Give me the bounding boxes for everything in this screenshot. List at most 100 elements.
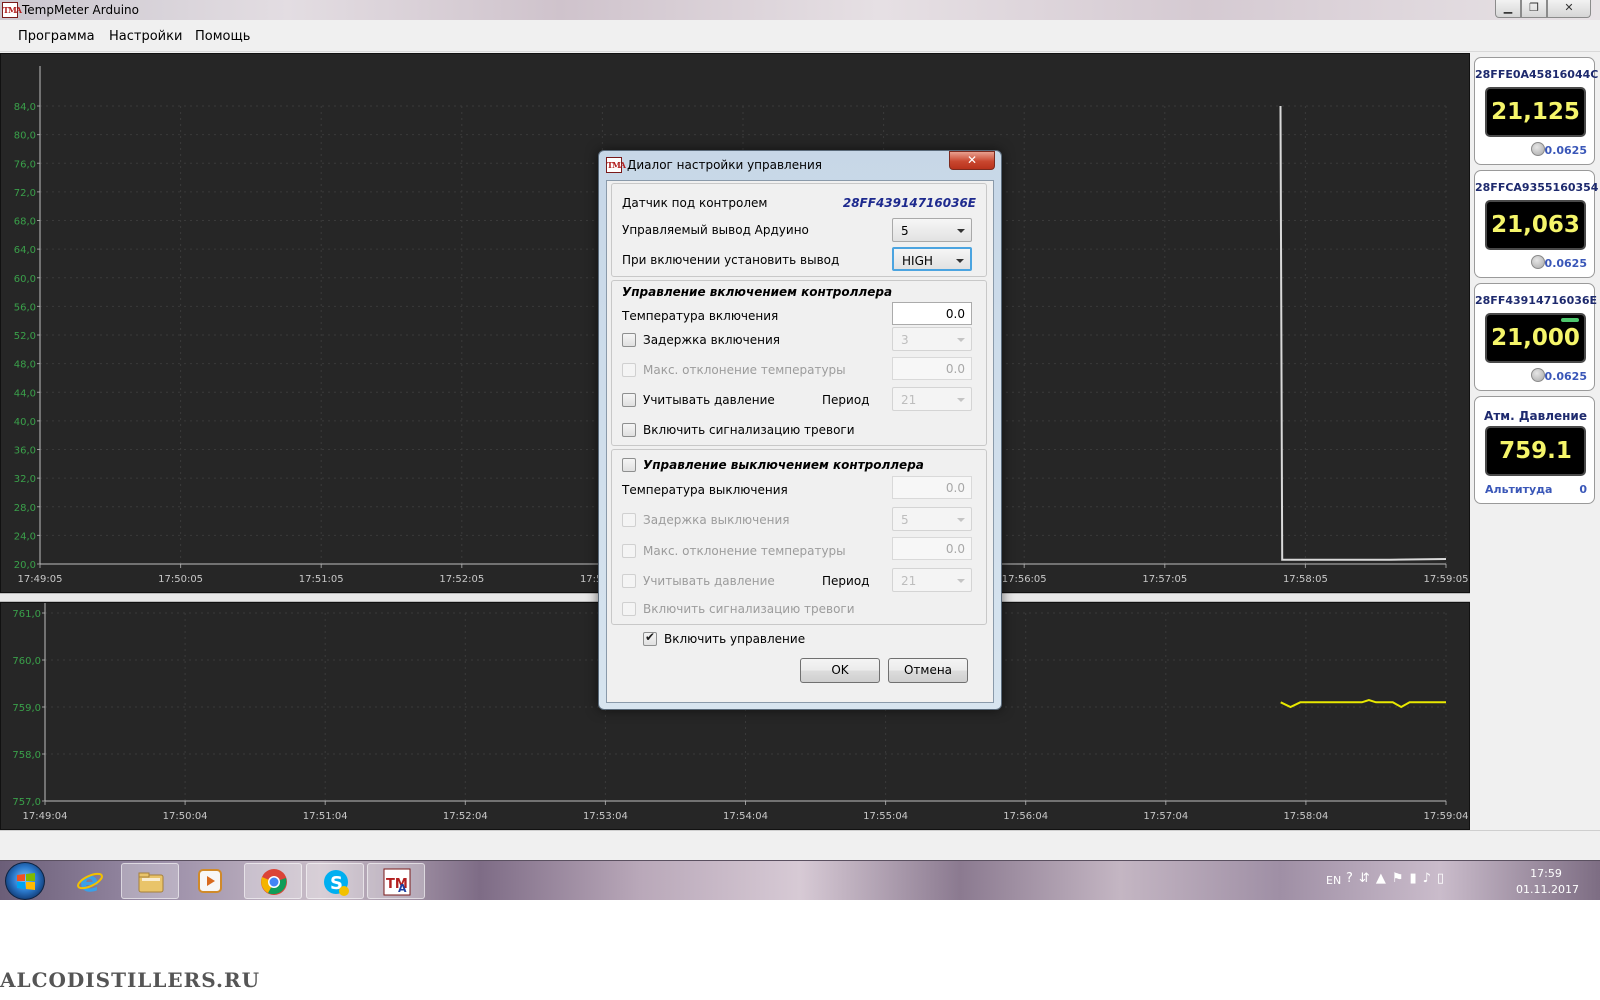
x-tick-label: 17:59:04	[1424, 811, 1469, 822]
folder-icon	[137, 868, 165, 896]
x-tick-label: 17:50:04	[163, 811, 208, 822]
off-control-group: Управление выключением контроллера Темпе…	[611, 449, 987, 625]
on-alarm-checkbox[interactable]	[622, 423, 636, 437]
off-delay-checkbox[interactable]	[622, 513, 636, 527]
minimize-button[interactable]: ▁	[1495, 0, 1521, 18]
taskbar-media[interactable]	[181, 863, 239, 899]
taskbar: e S TM A EN ?⇵▲⚑▮♪▯ 17:59 01.11.2017	[0, 860, 1600, 900]
language-indicator[interactable]: EN	[1326, 874, 1341, 887]
start-button[interactable]	[5, 862, 45, 900]
menu-settings[interactable]: Настройки	[109, 29, 182, 44]
pressure-title: Атм. Давление	[1484, 409, 1587, 423]
control-settings-dialog: TMA Диалог настройки управления ✕ Датчик…	[598, 150, 1002, 710]
on-alarm-label: Включить сигнализацию тревоги	[643, 423, 855, 437]
on-pressure-checkbox[interactable]	[622, 393, 636, 407]
y-tick-label: 20,0	[14, 560, 36, 571]
off-delay-select[interactable]: 5	[892, 507, 972, 531]
sync-icon[interactable]: ⇵	[1359, 871, 1376, 886]
sensor-card[interactable]: 28FFCA9355160354 21,063 0.0625	[1474, 170, 1599, 278]
volume-icon[interactable]: ♪	[1423, 871, 1437, 886]
taskbar-chrome[interactable]	[244, 863, 302, 899]
on-maxdev-checkbox[interactable]	[622, 363, 636, 377]
taskbar-skype[interactable]: S	[306, 863, 364, 899]
clock-time[interactable]: 17:59	[1516, 867, 1576, 880]
off-maxdev-input[interactable]: 0.0	[892, 537, 972, 560]
dialog-body: Датчик под контролем 28FF43914716036E Уп…	[606, 180, 994, 703]
off-pressure-label: Учитывать давление	[643, 574, 775, 588]
controlled-sensor-value: 28FF43914716036E	[842, 196, 976, 210]
taskbar-tempmeter[interactable]: TM A	[367, 863, 425, 899]
tray-icons[interactable]: ?⇵▲⚑▮♪▯	[1346, 871, 1496, 891]
chevron-down-icon	[957, 518, 965, 522]
help-icon[interactable]: ?	[1346, 871, 1359, 886]
y-tick-label: 80,0	[14, 131, 36, 142]
menu-help[interactable]: Помощь	[195, 29, 250, 44]
status-led-icon	[1531, 255, 1545, 269]
tempmeter-icon: TM A	[383, 868, 411, 896]
x-tick-label: 17:59:05	[1424, 574, 1469, 585]
on-period-label: Период	[822, 393, 870, 407]
set-pin-select[interactable]: HIGH	[892, 247, 972, 271]
sensor-id: 28FF43914716036E	[1475, 294, 1598, 307]
on-temp-input[interactable]: 0.0	[892, 302, 972, 325]
off-period-select[interactable]: 21	[892, 568, 972, 592]
y-tick-label: 760,0	[12, 656, 41, 667]
show-hidden-icon[interactable]: ▲	[1376, 871, 1392, 886]
status-led-icon	[1531, 368, 1545, 382]
off-pressure-checkbox[interactable]	[622, 574, 636, 588]
off-alarm-checkbox[interactable]	[622, 602, 636, 616]
chevron-down-icon	[957, 229, 965, 233]
y-tick-label: 44,0	[14, 388, 36, 399]
sensor-label: Датчик под контролем	[622, 196, 768, 210]
y-tick-label: 28,0	[14, 503, 36, 514]
y-tick-label: 40,0	[14, 417, 36, 428]
on-temp-input-value: 0.0	[945, 307, 965, 321]
taskbar-ie[interactable]: e	[61, 863, 119, 899]
ok-button[interactable]: OK	[800, 658, 880, 683]
maximize-button[interactable]: ❐	[1521, 0, 1547, 18]
x-tick-label: 17:56:04	[1003, 811, 1048, 822]
altitude-label: Альтитуда	[1485, 483, 1553, 496]
menu-program[interactable]: Программа	[18, 29, 95, 44]
dialog-title: Диалог настройки управления	[627, 158, 822, 172]
x-tick-label: 17:49:04	[23, 811, 68, 822]
network-icon[interactable]: ▮	[1409, 871, 1422, 886]
off-group-checkbox[interactable]	[622, 458, 636, 472]
enable-control-checkbox[interactable]: ✔	[643, 630, 657, 646]
x-tick-label: 17:52:04	[443, 811, 488, 822]
off-temp-input[interactable]: 0.0	[892, 476, 972, 499]
taskbar-explorer[interactable]	[121, 863, 179, 899]
windows-logo-icon	[16, 872, 36, 892]
sensor-value: 21,063	[1485, 200, 1586, 250]
close-button[interactable]: ✕	[1547, 0, 1591, 18]
on-maxdev-input-value: 0.0	[945, 362, 965, 376]
on-maxdev-input[interactable]: 0.0	[892, 357, 972, 380]
dialog-app-icon: TMA	[606, 157, 626, 173]
on-delay-select[interactable]: 3	[892, 327, 972, 351]
x-tick-label: 17:49:05	[18, 574, 63, 585]
sensor-card[interactable]: 28FFE0A45816044C 21,125 0.0625	[1474, 57, 1598, 165]
x-tick-label: 17:51:04	[303, 811, 348, 822]
title-bar: TMA TempMeter Arduino ▁ ❐ ✕	[0, 0, 1600, 20]
battery-icon[interactable]: ▯	[1437, 871, 1450, 886]
x-tick-label: 17:52:05	[439, 574, 484, 585]
cancel-button[interactable]: Отмена	[888, 658, 968, 683]
pressure-card[interactable]: Атм. Давление 759.1 Альтитуда 0	[1474, 396, 1595, 504]
internet-explorer-icon: e	[76, 865, 104, 898]
on-delay-checkbox[interactable]	[622, 333, 636, 347]
screen: TMA TempMeter Arduino ▁ ❐ ✕ Программа На…	[0, 0, 1600, 1000]
sensor-card[interactable]: 28FF43914716036E 21,000 0.0625	[1474, 283, 1598, 391]
off-maxdev-checkbox[interactable]	[622, 544, 636, 558]
pin-select[interactable]: 5	[892, 218, 972, 242]
flag-icon[interactable]: ⚑	[1392, 871, 1410, 886]
y-tick-label: 64,0	[14, 245, 36, 256]
on-period-select[interactable]: 21	[892, 387, 972, 411]
dialog-close-button[interactable]: ✕	[949, 151, 995, 170]
app-icon: TMA	[2, 2, 22, 18]
y-tick-label: 72,0	[14, 188, 36, 199]
x-tick-label: 17:50:05	[158, 574, 203, 585]
y-tick-label: 48,0	[14, 360, 36, 371]
clock-date[interactable]: 01.11.2017	[1516, 883, 1579, 896]
chevron-down-icon	[957, 398, 965, 402]
sensor-id: 28FFCA9355160354	[1475, 181, 1599, 194]
